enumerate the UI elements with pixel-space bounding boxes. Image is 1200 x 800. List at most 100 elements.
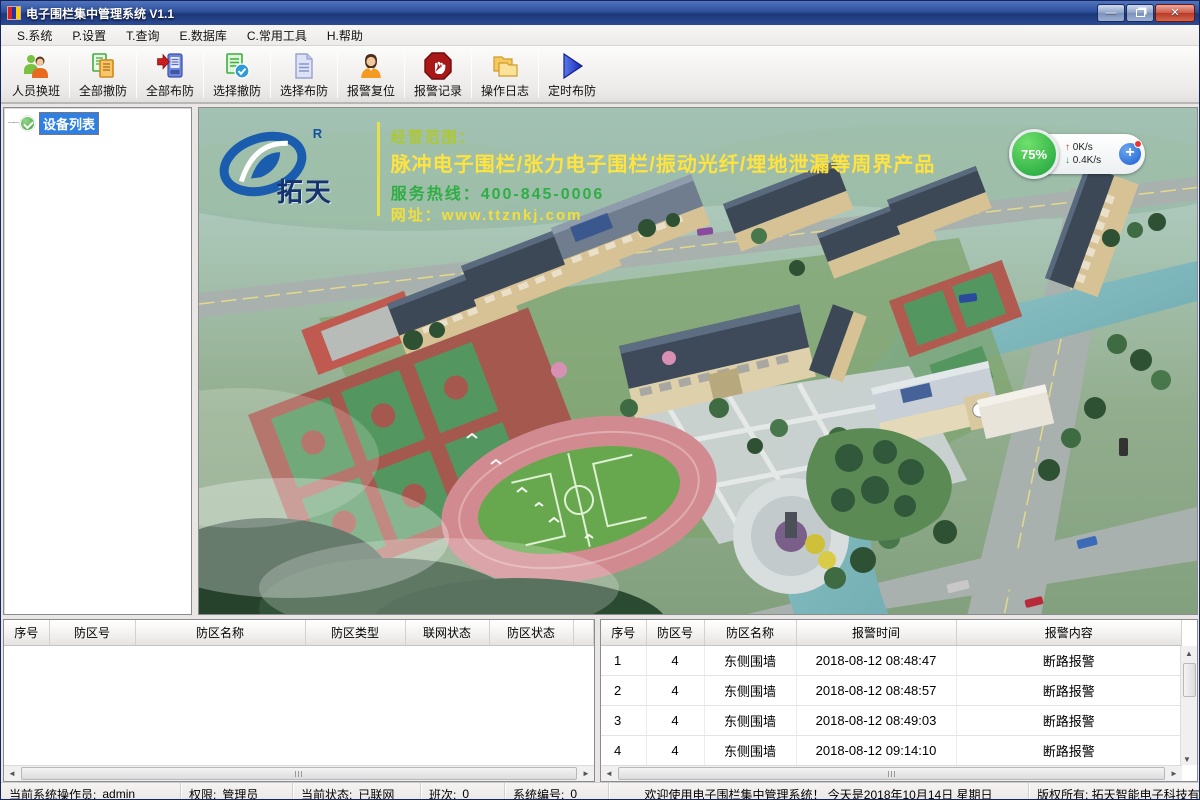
table-cell[interactable]: 东侧围墙	[704, 735, 796, 765]
scrollbar-thumb[interactable]	[1183, 663, 1196, 697]
upload-speed: 0K/s	[1073, 142, 1093, 153]
column-header[interactable]: 防区状态	[489, 620, 573, 645]
upload-arrow-icon: ↑	[1065, 142, 1070, 153]
table-row[interactable]: 44东侧围墙2018-08-12 09:14:10断路报警	[601, 735, 1182, 765]
toolbar: 人员换班 全部撤防 全部布防	[1, 46, 1199, 104]
table-cell[interactable]: 2018-08-12 09:14:10	[796, 735, 956, 765]
timed-arm-button[interactable]: 定时布防	[541, 48, 603, 102]
memory-percent-badge[interactable]: 75%	[1009, 129, 1059, 179]
campus-aerial-view: R 拓天 经营范围： 脉冲电子围栏/张力电子围栏/振动光纤/埋地泄漏等周界产品 …	[198, 107, 1198, 615]
column-header[interactable]: 防区名称	[704, 620, 796, 645]
table-cell[interactable]: 2018-08-12 08:49:03	[796, 705, 956, 735]
table-cell[interactable]: 东侧围墙	[704, 645, 796, 675]
column-header[interactable]: 防区类型	[305, 620, 405, 645]
network-speed-widget[interactable]: 75% ↑ 0K/s ↓ 0.4K/s +	[1027, 134, 1145, 174]
maximize-button[interactable]	[1126, 4, 1154, 22]
table-row[interactable]: 14东侧围墙2018-08-12 08:48:47断路报警	[601, 645, 1182, 675]
shift-label: 班次:	[429, 786, 456, 800]
column-header[interactable]	[573, 620, 594, 645]
status-permission: 权限: 管理员	[181, 783, 293, 800]
column-header[interactable]: 序号	[601, 620, 646, 645]
status-bar: 当前系统操作员: admin 权限: 管理员 当前状态: 已联网 班次: 0 系…	[1, 782, 1199, 800]
table-cell[interactable]: 断路报警	[956, 705, 1182, 735]
permission-label: 权限:	[189, 786, 216, 800]
operator-value: admin	[102, 787, 135, 800]
window-title: 电子围栏集中管理系统 V1.1	[26, 5, 174, 22]
table-cell[interactable]: 1	[601, 645, 646, 675]
toolbar-separator	[136, 52, 137, 98]
toolbar-separator	[270, 52, 271, 98]
device-tree-root[interactable]: ┄┄ 设备列表	[4, 108, 191, 137]
select-arm-button[interactable]: 选择布防	[273, 48, 335, 102]
table-cell[interactable]: 4	[646, 675, 704, 705]
scroll-up-arrow[interactable]: ▲	[1181, 646, 1197, 662]
scroll-right-arrow[interactable]: ►	[1166, 766, 1182, 782]
tool-label: 人员换班	[12, 82, 60, 99]
scroll-left-arrow[interactable]: ◄	[4, 766, 20, 782]
select-disarm-icon	[222, 51, 252, 81]
scroll-left-arrow[interactable]: ◄	[601, 766, 617, 782]
menu-query[interactable]: T.查询	[116, 25, 169, 46]
zone-table-hscrollbar[interactable]: ◄ ►	[4, 765, 594, 781]
connection-value: 已联网	[358, 786, 394, 800]
table-cell[interactable]: 4	[646, 705, 704, 735]
staff-shift-button[interactable]: 人员换班	[5, 48, 67, 102]
table-cell[interactable]: 东侧围墙	[704, 675, 796, 705]
select-disarm-button[interactable]: 选择撤防	[206, 48, 268, 102]
column-header[interactable]: 报警内容	[956, 620, 1182, 645]
column-header[interactable]: 防区号	[49, 620, 135, 645]
arm-all-icon	[155, 51, 185, 81]
system-number-value: 0	[570, 787, 577, 800]
table-cell[interactable]: 断路报警	[956, 675, 1182, 705]
permission-value: 管理员	[222, 786, 258, 800]
scroll-down-arrow[interactable]: ▼	[1181, 749, 1197, 765]
menu-system[interactable]: S.系统	[7, 25, 62, 46]
disarm-all-button[interactable]: 全部撤防	[72, 48, 134, 102]
alarm-table-vscrollbar[interactable]: ▲ ▼	[1180, 646, 1197, 765]
scrollbar-thumb[interactable]	[618, 767, 1165, 780]
scroll-right-arrow[interactable]: ►	[578, 766, 594, 782]
column-header[interactable]: 序号	[4, 620, 49, 645]
table-cell[interactable]: 4	[601, 735, 646, 765]
table-cell[interactable]: 2	[601, 675, 646, 705]
column-header[interactable]: 报警时间	[796, 620, 956, 645]
table-cell[interactable]: 东侧围墙	[704, 705, 796, 735]
table-cell[interactable]: 2018-08-12 08:48:57	[796, 675, 956, 705]
alarm-reset-icon	[356, 51, 386, 81]
column-header[interactable]: 防区名称	[135, 620, 305, 645]
tool-label: 选择撤防	[213, 82, 261, 99]
menu-settings[interactable]: P.设置	[62, 25, 116, 46]
close-button[interactable]: ✕	[1155, 4, 1195, 22]
shift-value: 0	[462, 787, 469, 800]
device-tree-panel: ┄┄ 设备列表	[3, 107, 192, 615]
toolbar-separator	[471, 52, 472, 98]
alarm-table-hscrollbar[interactable]: ◄ ►	[601, 765, 1182, 781]
arm-all-button[interactable]: 全部布防	[139, 48, 201, 102]
tool-label: 操作日志	[481, 82, 529, 99]
scrollbar-thumb[interactable]	[21, 767, 577, 780]
zone-status-table-panel: 序号防区号防区名称防区类型联网状态防区状态 ◄ ►	[3, 619, 595, 782]
table-cell[interactable]: 4	[646, 735, 704, 765]
app-window: 电子围栏集中管理系统 V1.1 — ✕ S.系统 P.设置 T.查询 E.数据库…	[0, 0, 1200, 800]
tool-label: 全部撤防	[79, 82, 127, 99]
operation-log-button[interactable]: 操作日志	[474, 48, 536, 102]
menu-database[interactable]: E.数据库	[169, 25, 236, 46]
table-cell[interactable]: 断路报警	[956, 735, 1182, 765]
alarm-record-button[interactable]: 报警记录	[407, 48, 469, 102]
toolbar-separator	[404, 52, 405, 98]
column-header[interactable]: 防区号	[646, 620, 704, 645]
table-row[interactable]: 24东侧围墙2018-08-12 08:48:57断路报警	[601, 675, 1182, 705]
device-status-check-icon	[20, 116, 35, 131]
table-cell[interactable]: 断路报警	[956, 645, 1182, 675]
table-cell[interactable]: 4	[646, 645, 704, 675]
table-cell[interactable]: 2018-08-12 08:48:47	[796, 645, 956, 675]
alarm-reset-button[interactable]: 报警复位	[340, 48, 402, 102]
device-tree-root-label[interactable]: 设备列表	[39, 112, 99, 135]
minimize-button[interactable]: —	[1097, 4, 1125, 22]
business-scope-text: 脉冲电子围栏/张力电子围栏/振动光纤/埋地泄漏等周界产品	[391, 148, 936, 177]
column-header[interactable]: 联网状态	[405, 620, 489, 645]
table-cell[interactable]: 3	[601, 705, 646, 735]
table-row[interactable]: 34东侧围墙2018-08-12 08:49:03断路报警	[601, 705, 1182, 735]
menu-tools[interactable]: C.常用工具	[237, 25, 317, 46]
menu-help[interactable]: H.帮助	[317, 25, 373, 46]
